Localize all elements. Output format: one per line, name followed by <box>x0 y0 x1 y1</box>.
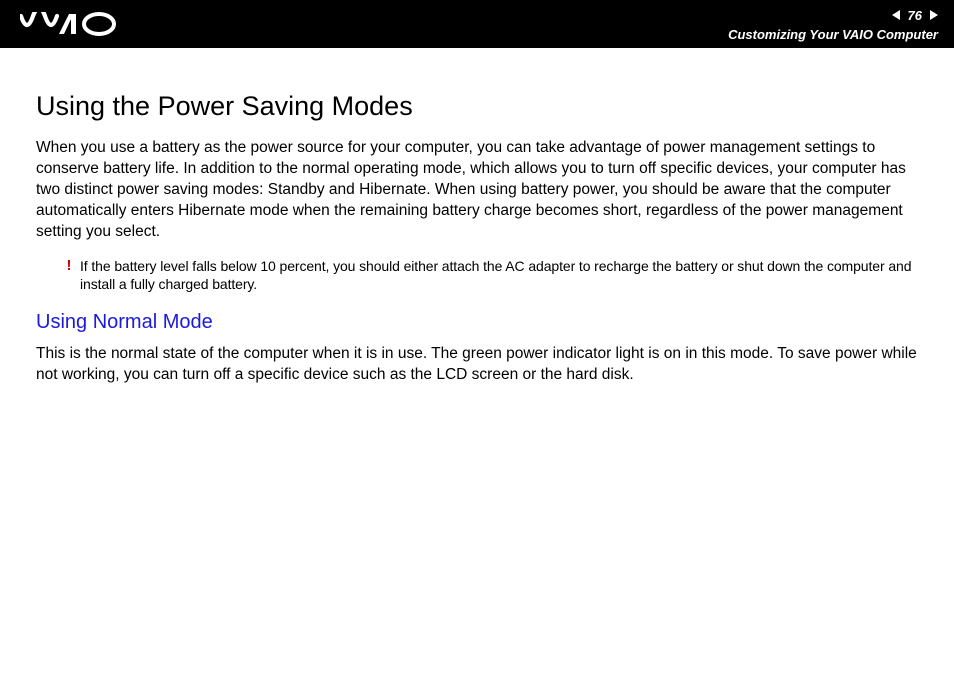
sub-heading: Using Normal Mode <box>36 309 918 336</box>
next-page-arrow-icon[interactable] <box>928 7 938 25</box>
header-bar: 76 Customizing Your VAIO Computer <box>0 0 954 48</box>
normal-mode-paragraph: This is the normal state of the computer… <box>36 344 918 386</box>
main-heading: Using the Power Saving Modes <box>36 88 918 124</box>
prev-page-arrow-icon[interactable] <box>892 7 902 25</box>
page-number: 76 <box>908 8 922 23</box>
page-content: Using the Power Saving Modes When you us… <box>0 48 954 386</box>
caution-icon: ! <box>64 257 74 275</box>
intro-paragraph: When you use a battery as the power sour… <box>36 138 918 243</box>
caution-text: If the battery level falls below 10 perc… <box>80 257 918 293</box>
caution-block: ! If the battery level falls below 10 pe… <box>36 257 918 293</box>
page-navigation: 76 <box>892 7 938 25</box>
section-title: Customizing Your VAIO Computer <box>728 27 938 42</box>
header-right: 76 Customizing Your VAIO Computer <box>728 7 938 42</box>
vaio-logo <box>20 12 130 36</box>
